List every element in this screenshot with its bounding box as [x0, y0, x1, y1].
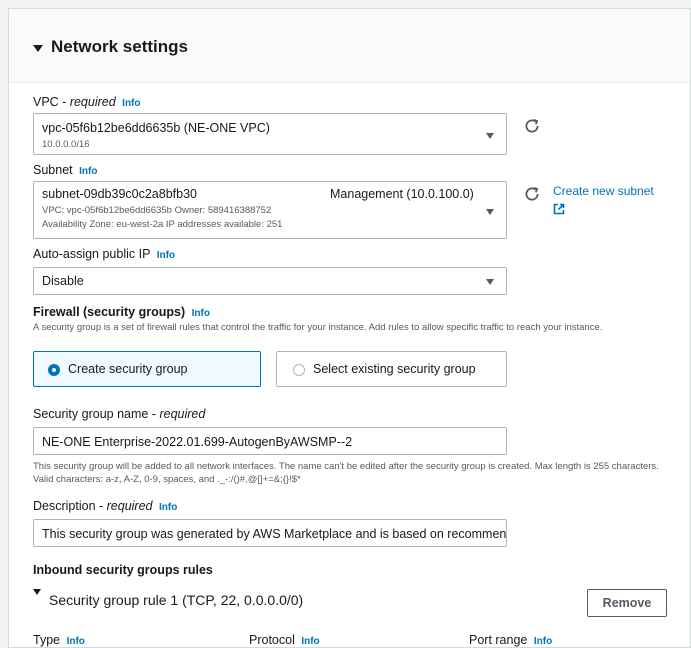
- firewall-label: Firewall (security groups) Info: [33, 305, 210, 319]
- caret-down-icon: [486, 279, 494, 285]
- subnet-select-value: subnet-09db39c0c2a8bfb30: [42, 187, 197, 201]
- auto-ip-info-link[interactable]: Info: [157, 250, 175, 261]
- description-input[interactable]: This security group was generated by AWS…: [33, 519, 507, 547]
- radio-selected-icon[interactable]: [48, 364, 60, 376]
- vpc-label-text: VPC -: [33, 95, 70, 109]
- external-link-icon[interactable]: [553, 203, 565, 215]
- vpc-info-link[interactable]: Info: [122, 98, 140, 109]
- subnet-label: Subnet Info: [33, 163, 97, 177]
- protocol-column-label: Protocol Info: [249, 633, 320, 647]
- firewall-description: A security group is a set of firewall ru…: [33, 322, 603, 333]
- section-title: Network settings: [51, 37, 188, 56]
- port-label-text: Port range: [469, 633, 528, 647]
- port-column-label: Port range Info: [469, 633, 552, 647]
- select-existing-label: Select existing security group: [313, 362, 476, 376]
- radio-unselected-icon[interactable]: [293, 364, 305, 376]
- type-column-label: Type Info: [33, 633, 85, 647]
- refresh-icon[interactable]: [523, 117, 541, 135]
- firewall-info-link[interactable]: Info: [192, 308, 210, 319]
- rule-title[interactable]: Security group rule 1 (TCP, 22, 0.0.0.0/…: [49, 592, 303, 608]
- sg-name-label-text: Security group name -: [33, 407, 160, 421]
- sg-name-required-text: required: [159, 407, 206, 421]
- auto-ip-label-text: Auto-assign public IP: [33, 247, 151, 261]
- vpc-select[interactable]: vpc-05f6b12be6dd6635b (NE-ONE VPC) 10.0.…: [33, 113, 507, 155]
- auto-ip-value: Disable: [42, 274, 84, 288]
- vpc-required-text: required: [69, 95, 116, 109]
- refresh-icon[interactable]: [523, 185, 541, 203]
- protocol-label-text: Protocol: [249, 633, 295, 647]
- subnet-select[interactable]: subnet-09db39c0c2a8bfb30 Management (10.…: [33, 181, 507, 239]
- remove-rule-button[interactable]: Remove: [587, 589, 667, 617]
- caret-down-icon: [486, 133, 494, 139]
- description-info-link[interactable]: Info: [159, 502, 177, 513]
- subnet-az-ips: Availability Zone: eu-west-2a IP address…: [42, 219, 283, 230]
- subnet-vpc-owner: VPC: vpc-05f6b12be6dd6635b Owner: 589416…: [42, 205, 272, 216]
- caret-down-icon[interactable]: [33, 45, 43, 52]
- network-settings-panel: Network settings VPC - required Info vpc…: [8, 8, 691, 648]
- create-subnet-link[interactable]: Create new subnet: [553, 184, 654, 198]
- sg-name-input[interactable]: NE-ONE Enterprise-2022.01.699-AutogenByA…: [33, 427, 507, 455]
- auto-ip-label: Auto-assign public IP Info: [33, 247, 175, 261]
- description-label: Description - required Info: [33, 499, 177, 513]
- vpc-cidr: 10.0.0.0/16: [42, 139, 90, 150]
- create-security-group-option[interactable]: Create security group: [33, 351, 261, 387]
- panel-header[interactable]: Network settings: [9, 9, 690, 83]
- caret-down-icon: [486, 209, 494, 215]
- create-security-group-label: Create security group: [68, 362, 188, 376]
- firewall-label-text: Firewall (security groups): [33, 305, 186, 319]
- inbound-rules-title: Inbound security groups rules: [33, 563, 213, 577]
- description-label-text: Description -: [33, 499, 107, 513]
- auto-ip-select[interactable]: Disable: [33, 267, 507, 295]
- subnet-label-text: Subnet: [33, 163, 73, 177]
- sg-name-help: This security group will be added to all…: [33, 461, 659, 485]
- caret-down-icon[interactable]: [33, 589, 41, 595]
- type-label-text: Type: [33, 633, 61, 647]
- subnet-info-link[interactable]: Info: [79, 166, 97, 177]
- vpc-select-value: vpc-05f6b12be6dd6635b (NE-ONE VPC): [42, 121, 270, 135]
- subnet-name: Management (10.0.100.0): [330, 187, 474, 201]
- select-existing-security-group-option[interactable]: Select existing security group: [276, 351, 507, 387]
- sg-name-label: Security group name - required: [33, 407, 205, 421]
- description-required-text: required: [106, 499, 153, 513]
- vpc-label: VPC - required Info: [33, 95, 141, 109]
